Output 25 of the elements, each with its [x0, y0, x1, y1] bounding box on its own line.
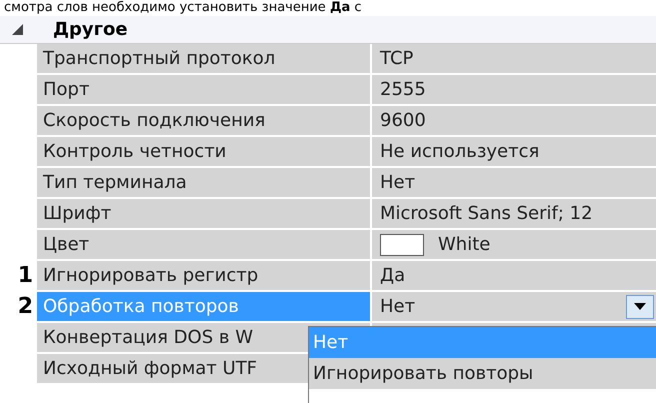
property-value: Microsoft Sans Serif; 12	[380, 202, 593, 226]
property-name[interactable]: Шрифт	[37, 199, 372, 228]
dropdown-option[interactable]: Игнорировать повторы	[309, 358, 656, 389]
property-name[interactable]: Цвет	[37, 230, 372, 259]
intro-text: смотра слов необходимо установить значение Да с	[3, 0, 363, 16]
callout-number: 2	[18, 296, 33, 318]
property-value: 2555	[380, 78, 426, 102]
callout-number: 1	[18, 264, 33, 286]
property-value: White	[438, 233, 490, 257]
property-name[interactable]: Транспортный протокол	[37, 44, 372, 73]
property-name[interactable]: Игнорировать регистр	[37, 261, 372, 290]
property-name[interactable]: Контроль четности	[37, 137, 372, 166]
property-value: Не используется	[380, 140, 540, 164]
property-value: Да	[380, 264, 406, 288]
expand-triangle-icon[interactable]	[12, 24, 23, 35]
property-name[interactable]: Скорость подключения	[37, 106, 372, 135]
property-name[interactable]: Порт	[37, 75, 372, 104]
property-value: Нет	[380, 171, 416, 195]
dropdown-button[interactable]	[626, 294, 654, 318]
property-value: TCP	[380, 47, 414, 71]
group-title: Другое	[53, 18, 128, 42]
property-value: Нет	[380, 295, 416, 319]
property-value: 9600	[380, 109, 426, 133]
caret-icon	[634, 303, 646, 310]
property-name[interactable]: Тип терминала	[37, 168, 372, 197]
